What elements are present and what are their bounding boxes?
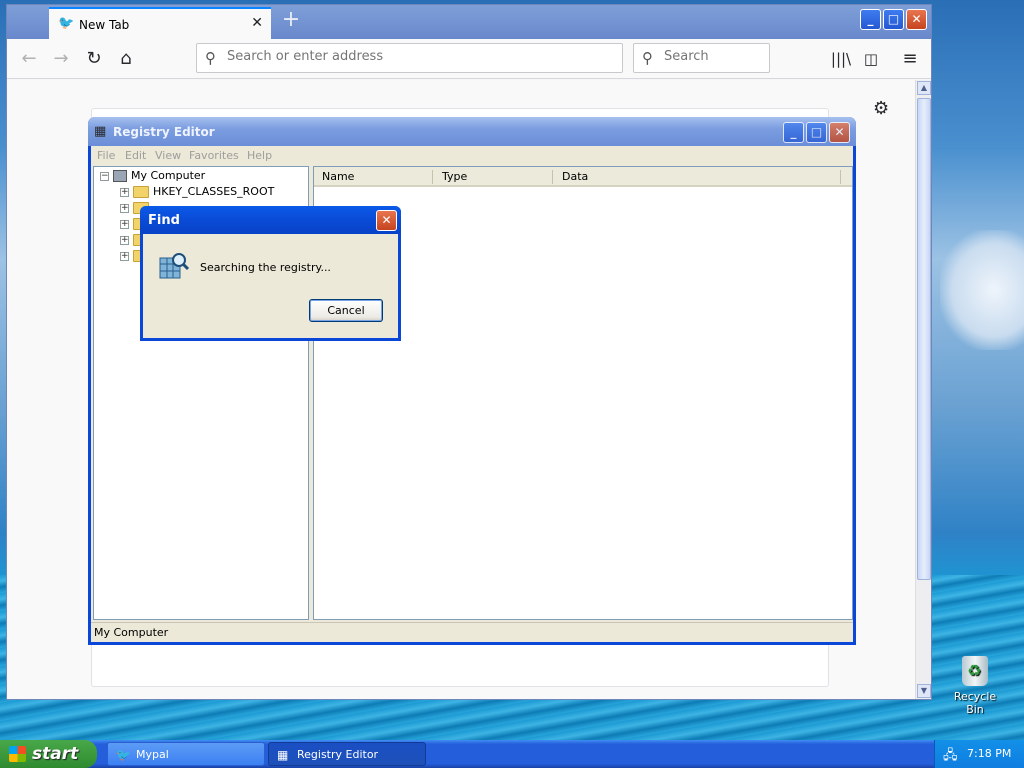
tab-close-icon[interactable]: ✕ [251,15,263,31]
browser-vertical-scrollbar[interactable]: ▲ ▼ [915,80,931,699]
taskbar: start 🐦 Mypal ▦ Registry Editor 🖧 7:18 P… [0,740,1024,768]
navigation-toolbar: ← → ↻ ⌂ ⚲ ⚲ |||\ ◫ ≡ [7,39,931,79]
search-input[interactable] [664,49,754,64]
windows-flag-icon [9,746,26,762]
sidebar-icon[interactable]: ◫ [859,47,883,71]
library-icon[interactable]: |||\ [829,47,853,71]
folder-icon [133,186,149,198]
recycle-bin-icon [962,656,988,686]
registry-editor-icon: ▦ [94,124,107,139]
network-tray-icon[interactable]: 🖧 [943,746,958,768]
find-status-message: Searching the registry... [200,261,331,274]
hamburger-menu-icon[interactable]: ≡ [898,47,922,71]
menu-view[interactable]: View [155,149,181,162]
column-separator[interactable] [432,170,433,184]
column-separator[interactable] [552,170,553,184]
start-button[interactable]: start [0,740,97,768]
recycle-bin-desktop-icon[interactable]: Recycle Bin [944,656,1006,716]
home-icon[interactable]: ⌂ [114,47,138,71]
tree-item-label: HKEY_CLASSES_ROOT [153,185,275,198]
column-data[interactable]: Data [562,170,588,183]
registry-editor-title: Registry Editor [113,125,215,139]
mypal-icon: 🐦 [116,748,131,762]
menu-edit[interactable]: Edit [125,149,146,162]
registry-maximize-button[interactable]: □ [806,122,827,143]
gear-icon[interactable]: ⚙ [873,98,889,119]
tab-title: New Tab [79,18,130,32]
url-search-icon: ⚲ [205,49,216,67]
tab-bar: 🐦 New Tab ✕ + _ □ ✕ [7,5,931,39]
cloud-decoration [940,230,1024,350]
column-name[interactable]: Name [322,170,354,183]
find-dialog-title: Find [148,213,180,228]
tree-root-label: My Computer [131,169,206,182]
registry-search-icon [159,253,189,279]
expand-icon[interactable]: + [120,235,129,245]
column-type[interactable]: Type [442,170,467,183]
find-close-button[interactable]: ✕ [376,210,397,231]
find-dialog-titlebar[interactable]: Find ✕ [140,206,401,234]
browser-minimize-button[interactable]: _ [860,9,881,30]
back-arrow-icon[interactable]: ← [17,47,41,71]
recycle-bin-label: Recycle Bin [953,690,997,716]
start-label: start [32,744,79,764]
mypal-favicon-icon: 🐦 [58,16,75,31]
scroll-thumb[interactable] [917,98,931,580]
collapse-icon[interactable]: − [100,171,109,181]
scroll-up-icon[interactable]: ▲ [917,81,931,95]
new-tab-button[interactable]: + [279,9,303,33]
registry-editor-icon: ▦ [277,748,289,762]
values-column-header: Name Type Data [314,167,852,187]
browser-close-button[interactable]: ✕ [906,9,927,30]
computer-icon [113,170,127,182]
registry-close-button[interactable]: ✕ [829,122,850,143]
forward-arrow-icon[interactable]: → [49,47,73,71]
taskbar-button-mypal[interactable]: 🐦 Mypal [107,742,265,766]
find-dialog: Find ✕ Searching the registry... Cancel [140,206,401,341]
registry-minimize-button[interactable]: _ [783,122,804,143]
reload-icon[interactable]: ↻ [82,47,106,71]
column-separator[interactable] [840,170,841,184]
url-input[interactable] [227,49,607,64]
clock[interactable]: 7:18 PM [967,747,1011,760]
tab-new-tab[interactable]: 🐦 New Tab ✕ [49,7,271,39]
menu-file[interactable]: File [97,149,115,162]
registry-status-bar: My Computer [91,622,853,642]
scroll-down-icon[interactable]: ▼ [917,684,931,698]
expand-icon[interactable]: + [120,251,129,261]
registry-editor-titlebar[interactable]: ▦ Registry Editor _ □ ✕ [88,117,856,146]
tree-item-my-computer[interactable]: − My Computer [100,168,205,184]
search-box[interactable]: ⚲ [633,43,770,73]
menu-favorites[interactable]: Favorites [189,149,239,162]
registry-menubar: File Edit View Favorites Help [91,146,853,166]
browser-maximize-button[interactable]: □ [883,9,904,30]
search-icon: ⚲ [642,49,653,67]
menu-help[interactable]: Help [247,149,272,162]
cancel-button[interactable]: Cancel [309,299,383,322]
system-tray: 🖧 7:18 PM [934,740,1024,768]
taskbar-button-label: Registry Editor [297,748,379,761]
expand-icon[interactable]: + [120,219,129,229]
url-bar[interactable]: ⚲ [196,43,623,73]
taskbar-button-registry-editor[interactable]: ▦ Registry Editor [268,742,426,766]
expand-icon[interactable]: + [120,203,129,213]
tree-item-hkey-classes-root[interactable]: + HKEY_CLASSES_ROOT [120,184,274,200]
expand-icon[interactable]: + [120,187,129,197]
registry-editor-window: ▦ Registry Editor _ □ ✕ File Edit View F… [88,117,856,645]
taskbar-button-label: Mypal [136,748,169,761]
